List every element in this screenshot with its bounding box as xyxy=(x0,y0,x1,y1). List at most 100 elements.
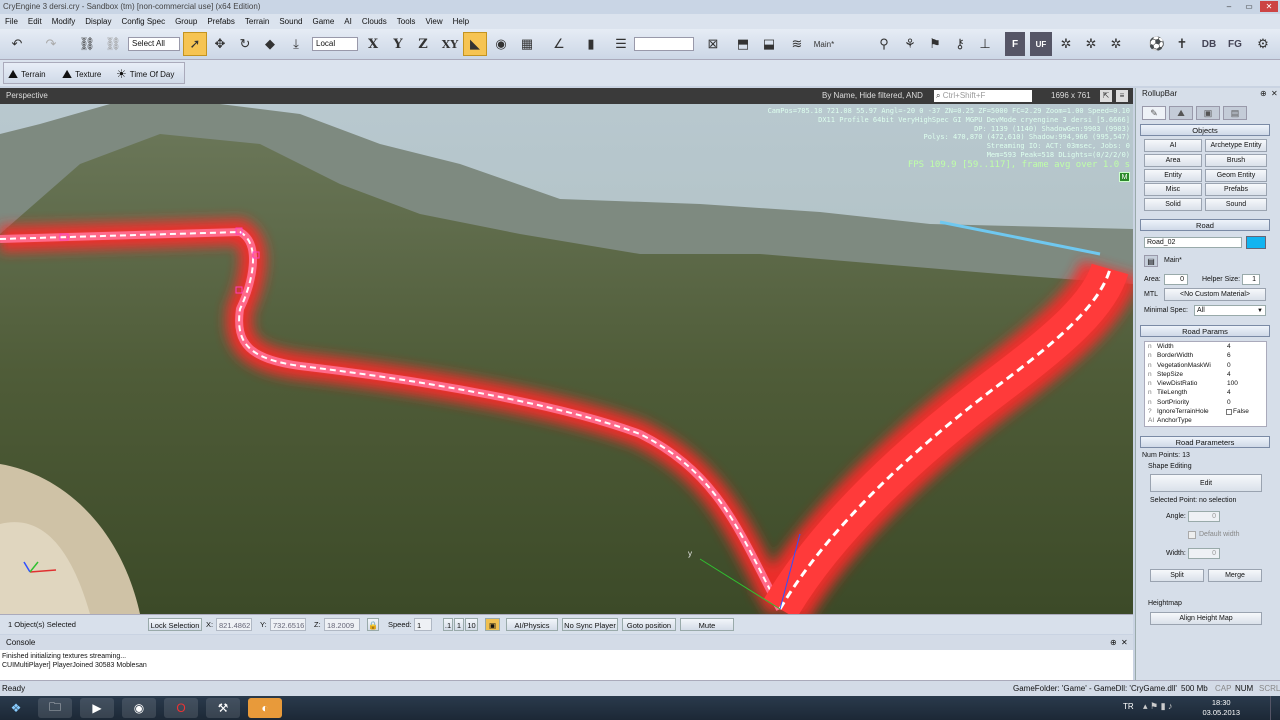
split-button[interactable]: Split xyxy=(1150,569,1204,582)
axis-x-button[interactable]: X xyxy=(364,32,382,56)
snap-to-terrain-icon[interactable]: ⤓ xyxy=(285,32,307,56)
y-coordinate-field[interactable]: 732.6516 xyxy=(270,618,306,631)
layer-move-icon[interactable]: ⬒ xyxy=(732,32,754,56)
menu-help[interactable]: Help xyxy=(448,14,474,29)
speed-field[interactable]: 1 xyxy=(414,618,432,631)
menu-config-spec[interactable]: Config Spec xyxy=(116,14,170,29)
speed-preset-10[interactable]: 10 xyxy=(465,618,478,631)
material-icon[interactable]: ✲ xyxy=(1081,32,1101,56)
tab-objects-icon[interactable]: ✎ xyxy=(1142,106,1166,120)
console-close-icon[interactable]: ✕ xyxy=(1121,635,1128,650)
param-row[interactable]: n StepSize 4 xyxy=(1145,370,1266,379)
viewport-menu-icon[interactable]: ≡ xyxy=(1116,90,1128,102)
particle-icon[interactable]: ✲ xyxy=(1056,32,1076,56)
grid-icon[interactable]: ▦ xyxy=(516,32,538,56)
menu-file[interactable]: File xyxy=(0,14,23,29)
sound-button[interactable]: Sound xyxy=(1205,198,1267,211)
prefabs-button[interactable]: Prefabs xyxy=(1205,183,1267,196)
maximize-button[interactable]: ▭ xyxy=(1240,1,1258,12)
menu-group[interactable]: Group xyxy=(170,14,202,29)
road-section-title[interactable]: Road xyxy=(1140,219,1270,231)
viewport-name[interactable]: Perspective xyxy=(6,88,48,104)
material-button[interactable]: <No Custom Material> xyxy=(1164,288,1266,301)
coord-system-dropdown[interactable]: Local xyxy=(312,37,358,51)
start-button-icon[interactable]: ❖ xyxy=(2,698,30,718)
tray-icons[interactable]: ▴ ⚑ ▮ ♪ xyxy=(1143,701,1173,712)
geom-entity-button[interactable]: Geom Entity xyxy=(1205,169,1267,182)
redo-icon[interactable]: ↷ xyxy=(40,32,62,56)
terrain-snap-icon[interactable]: ◣ xyxy=(463,32,487,56)
layers-icon[interactable]: ≋ xyxy=(786,32,808,56)
ui-editor-button[interactable]: UF xyxy=(1030,32,1052,56)
perspective-viewport[interactable]: y CamPos=785.18 721.08 55.97 Angl=-20 0 … xyxy=(0,104,1133,614)
param-row[interactable]: ? IgnoreTerrainHole False xyxy=(1145,407,1266,416)
tab-layers-icon[interactable]: ▤ xyxy=(1223,106,1247,120)
z-coordinate-field[interactable]: 18.2009 xyxy=(324,618,360,631)
menu-ai[interactable]: AI xyxy=(339,14,357,29)
object-name-field[interactable]: Road_02 xyxy=(1144,237,1242,248)
speed-preset-0-1[interactable]: .1 xyxy=(443,618,453,631)
lock-selection-button[interactable]: Lock Selection xyxy=(148,618,202,631)
chrome-icon[interactable]: ◉ xyxy=(122,698,156,718)
ai-points-icon[interactable]: ⚘ xyxy=(900,32,920,56)
brush-button[interactable]: Brush xyxy=(1205,154,1267,167)
maximize-viewport-icon[interactable]: ⇱ xyxy=(1100,90,1112,102)
tab-display-icon[interactable]: ▣ xyxy=(1196,106,1220,120)
axis-y-button[interactable]: Y xyxy=(389,32,407,56)
camera-icon[interactable]: ◉ xyxy=(490,32,512,56)
menu-view[interactable]: View xyxy=(420,14,447,29)
menu-display[interactable]: Display xyxy=(80,14,116,29)
param-row[interactable]: n TileLength 4 xyxy=(1145,388,1266,397)
helper-size-field[interactable]: 1 xyxy=(1242,274,1260,285)
angle-snap-icon[interactable]: ∠ xyxy=(548,32,570,56)
param-row[interactable]: n SortPriority 0 xyxy=(1145,398,1266,407)
sandbox-tools-icon[interactable]: ⚒ xyxy=(206,698,240,718)
ruler-icon[interactable]: ▮ xyxy=(582,32,600,56)
menu-prefabs[interactable]: Prefabs xyxy=(202,14,240,29)
close-button[interactable]: ✕ xyxy=(1260,1,1278,12)
no-sync-player-button[interactable]: No Sync Player xyxy=(562,618,618,631)
param-row[interactable]: n BorderWidth 6 xyxy=(1145,351,1266,360)
menu-clouds[interactable]: Clouds xyxy=(357,14,392,29)
param-row[interactable]: AI AnchorType xyxy=(1145,416,1266,425)
cryengine-icon[interactable]: ◐ xyxy=(248,698,282,718)
remove-selection-icon[interactable]: ⊠ xyxy=(702,32,724,56)
database-button[interactable]: DB xyxy=(1198,32,1220,56)
archetype-entity-button[interactable]: Archetype Entity xyxy=(1205,139,1267,152)
scene-render[interactable]: y xyxy=(0,104,1133,614)
ai-button[interactable]: AI xyxy=(1144,139,1202,152)
menu-modify[interactable]: Modify xyxy=(47,14,81,29)
goto-position-button[interactable]: Goto position xyxy=(622,618,676,631)
entity-button[interactable]: Entity xyxy=(1144,169,1202,182)
menu-sound[interactable]: Sound xyxy=(274,14,307,29)
axis-xy-button[interactable]: XY xyxy=(438,32,462,56)
sound-icon[interactable]: ✲ xyxy=(1106,32,1126,56)
objects-section-title[interactable]: Objects xyxy=(1140,124,1270,136)
facial-editor-button[interactable]: FG xyxy=(1224,32,1246,56)
show-desktop-button[interactable] xyxy=(1270,696,1280,720)
texture-button[interactable]: ⛰ Texture xyxy=(62,67,101,82)
tab-terrain-icon[interactable]: ⛰ xyxy=(1169,106,1193,120)
default-width-checkbox[interactable] xyxy=(1188,531,1196,539)
road-params-title[interactable]: Road Params xyxy=(1140,325,1270,337)
area-field[interactable]: 0 xyxy=(1164,274,1188,285)
explorer-icon[interactable]: 🗀 xyxy=(38,698,72,718)
param-row[interactable]: n VegetationMaskWi 0 xyxy=(1145,361,1266,370)
soccer-icon[interactable]: ⚽ xyxy=(1147,32,1167,56)
selection-filter-dropdown[interactable]: Select All xyxy=(128,37,180,51)
layer-tools-icon[interactable]: ⬓ xyxy=(758,32,780,56)
move-tool-icon[interactable]: ✥ xyxy=(209,32,231,56)
menu-terrain[interactable]: Terrain xyxy=(240,14,274,29)
settings-icon[interactable]: ⚙ xyxy=(1252,32,1274,56)
x-coordinate-field[interactable]: 821.4862 xyxy=(216,618,252,631)
rollup-close-icon[interactable]: ✕ xyxy=(1271,88,1278,100)
console-output[interactable]: Finished initializing textures streaming… xyxy=(0,650,1133,680)
goto-icon[interactable]: ⚑ xyxy=(925,32,945,56)
axis-z-button[interactable]: Z xyxy=(414,32,432,56)
minimize-button[interactable]: – xyxy=(1220,1,1238,12)
area-button[interactable]: Area xyxy=(1144,154,1202,167)
object-color-swatch[interactable] xyxy=(1246,236,1266,249)
width-field[interactable]: 0 xyxy=(1188,548,1220,559)
rotate-tool-icon[interactable]: ↻ xyxy=(234,32,256,56)
align-height-map-button[interactable]: Align Height Map xyxy=(1150,612,1262,625)
